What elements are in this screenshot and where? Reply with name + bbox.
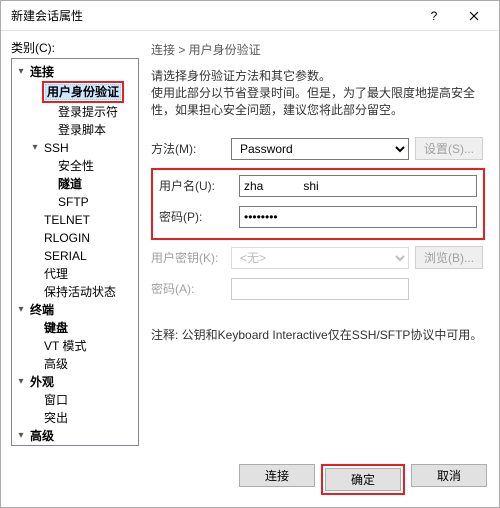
- tree-connection[interactable]: 连接: [28, 63, 56, 81]
- method-select[interactable]: Password: [231, 138, 409, 160]
- tree-window[interactable]: 窗口: [42, 391, 70, 409]
- setup-button: 设置(S)...: [415, 137, 483, 160]
- desc-line2: 使用此部分以节省登录时间。但是，为了最大限度地提高安全性，如果担心安全问题，建议…: [151, 85, 485, 119]
- tree-proxy[interactable]: 代理: [42, 265, 70, 283]
- note-text: 注释: 公钥和Keyboard Interactive仅在SSH/SFTP协议中…: [151, 326, 485, 343]
- tree-login-script[interactable]: 登录脚本: [56, 121, 108, 139]
- footer: 连接 确定 取消: [1, 454, 499, 507]
- collapse-icon[interactable]: ▾: [16, 301, 26, 319]
- password-row: 密码(P):: [159, 205, 477, 228]
- tree-vt[interactable]: VT 模式: [42, 337, 88, 355]
- tree-tunnel[interactable]: 隧道: [56, 175, 84, 193]
- tree-keepalive[interactable]: 保持活动状态: [42, 283, 118, 301]
- browse-button: 浏览(B)...: [415, 246, 483, 269]
- collapse-icon[interactable]: ▾: [30, 139, 40, 157]
- help-button[interactable]: ?: [414, 2, 454, 30]
- credentials-highlight: 用户名(U): 密码(P):: [151, 168, 485, 240]
- username-row: 用户名(U):: [159, 174, 477, 197]
- cancel-button[interactable]: 取消: [411, 464, 487, 487]
- tree-keyboard[interactable]: 键盘: [42, 319, 70, 337]
- close-button[interactable]: [454, 2, 494, 30]
- collapse-icon[interactable]: ▾: [16, 427, 26, 445]
- tree-terminal[interactable]: 终端: [28, 301, 56, 319]
- passphrase-row: 密码(A):: [151, 277, 485, 300]
- window-title: 新建会话属性: [11, 7, 414, 24]
- password-input[interactable]: [239, 206, 477, 228]
- method-label: 方法(M):: [151, 140, 231, 157]
- tree-advanced[interactable]: 高级: [28, 427, 56, 445]
- left-pane: 类别(C): ▾连接 用户身份验证 登录提示符 登录脚本 ▾SSH: [11, 39, 139, 446]
- tree-sftp[interactable]: SFTP: [56, 193, 91, 211]
- collapse-icon[interactable]: ▾: [16, 63, 26, 81]
- tree-auth[interactable]: 用户身份验证: [45, 84, 121, 100]
- connect-button[interactable]: 连接: [239, 464, 315, 487]
- tree-security[interactable]: 安全性: [56, 157, 96, 175]
- tree-rlogin[interactable]: RLOGIN: [42, 229, 92, 247]
- highlight-auth: 用户身份验证: [42, 81, 124, 103]
- titlebar: 新建会话属性 ?: [1, 1, 499, 31]
- description: 请选择身份验证方法和其它参数。 使用此部分以节省登录时间。但是，为了最大限度地提…: [151, 68, 485, 119]
- passphrase-input: [231, 278, 409, 300]
- tree-login-prompt[interactable]: 登录提示符: [56, 103, 120, 121]
- username-input[interactable]: [239, 175, 477, 197]
- tree-ssh[interactable]: SSH: [42, 139, 71, 157]
- ok-button[interactable]: 确定: [325, 468, 401, 491]
- userkey-row: 用户密钥(K): <无> 浏览(B)...: [151, 246, 485, 269]
- tree-adv1[interactable]: 高级: [42, 355, 70, 373]
- collapse-icon[interactable]: ▾: [16, 373, 26, 391]
- tree-telnet[interactable]: TELNET: [42, 211, 92, 229]
- desc-line1: 请选择身份验证方法和其它参数。: [151, 68, 485, 85]
- tree-serial[interactable]: SERIAL: [42, 247, 89, 265]
- dialog-window: 新建会话属性 ? 类别(C): ▾连接 用户身份验证 登录提示符 登录脚本: [0, 0, 500, 508]
- userkey-select: <无>: [231, 247, 409, 269]
- tree-highlight[interactable]: 突出: [42, 409, 70, 427]
- category-tree[interactable]: ▾连接 用户身份验证 登录提示符 登录脚本 ▾SSH 安全性: [11, 58, 139, 446]
- password-label: 密码(P):: [159, 208, 239, 225]
- method-row: 方法(M): Password 设置(S)...: [151, 137, 485, 160]
- category-label: 类别(C):: [11, 39, 139, 56]
- close-icon: [469, 11, 479, 21]
- tree-trace[interactable]: 跟踪: [42, 445, 70, 446]
- username-label: 用户名(U):: [159, 177, 239, 194]
- right-pane: 连接 > 用户身份验证 请选择身份验证方法和其它参数。 使用此部分以节省登录时间…: [147, 39, 489, 446]
- content-area: 类别(C): ▾连接 用户身份验证 登录提示符 登录脚本 ▾SSH: [1, 31, 499, 454]
- userkey-label: 用户密钥(K):: [151, 249, 231, 266]
- breadcrumb: 连接 > 用户身份验证: [151, 41, 485, 58]
- tree-appearance[interactable]: 外观: [28, 373, 56, 391]
- passphrase-label: 密码(A):: [151, 280, 231, 297]
- ok-highlight: 确定: [321, 464, 405, 495]
